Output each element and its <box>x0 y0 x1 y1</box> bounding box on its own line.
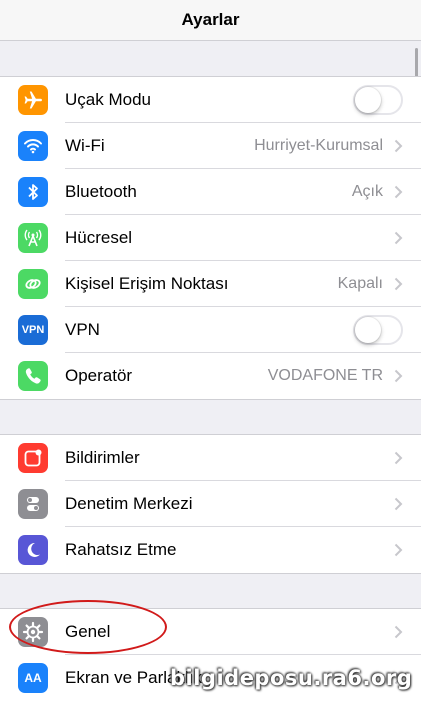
chevron-right-icon <box>394 139 403 153</box>
settings-row-airplane-mode[interactable]: Uçak Modu <box>0 77 421 123</box>
chevron-right-icon <box>394 185 403 199</box>
airplane-icon <box>18 85 48 115</box>
bluetooth-status-value: Açık <box>351 183 383 200</box>
settings-row-label: Hücresel <box>65 228 133 247</box>
settings-row-do-not-disturb[interactable]: Rahatsız Etme <box>0 527 421 573</box>
settings-row-label: Denetim Merkezi <box>65 494 193 513</box>
settings-row-bluetooth[interactable]: Bluetooth Açık <box>0 169 421 215</box>
hotspot-icon <box>18 269 48 299</box>
notifications-icon <box>18 443 48 473</box>
settings-row-label: Bluetooth <box>65 182 137 201</box>
settings-row-label: Genel <box>65 622 111 641</box>
notifications-settings-group: Bildirimler Denetim Merkezi Rahatsız Etm… <box>0 434 421 574</box>
chevron-right-icon <box>394 451 403 465</box>
settings-row-operator[interactable]: Operatör VODAFONE TR <box>0 353 421 399</box>
chevron-right-icon <box>394 277 403 291</box>
settings-row-label: Kişisel Erişim Noktası <box>65 274 229 293</box>
chevron-right-icon <box>394 625 403 639</box>
settings-row-vpn[interactable]: VPN VPN <box>0 307 421 353</box>
watermark-text: bilgideposu.ra6.org <box>170 666 413 690</box>
airplane-mode-toggle[interactable] <box>353 85 403 115</box>
scroll-indicator[interactable] <box>415 48 418 78</box>
phone-icon <box>18 361 48 391</box>
settings-row-personal-hotspot[interactable]: Kişisel Erişim Noktası Kapalı <box>0 261 421 307</box>
display-icon-text: AA <box>24 671 42 685</box>
vpn-toggle[interactable] <box>353 315 403 345</box>
control-center-icon <box>18 489 48 519</box>
settings-row-label: Uçak Modu <box>65 90 151 109</box>
vpn-icon: VPN <box>18 315 48 345</box>
bluetooth-icon <box>18 177 48 207</box>
chevron-right-icon <box>394 497 403 511</box>
chevron-right-icon <box>394 231 403 245</box>
wifi-icon <box>18 131 48 161</box>
settings-row-label: Operatör <box>65 366 133 385</box>
settings-row-control-center[interactable]: Denetim Merkezi <box>0 481 421 527</box>
hotspot-status-value: Kapalı <box>337 275 383 292</box>
settings-row-label: VPN <box>65 320 100 339</box>
chevron-right-icon <box>394 543 403 557</box>
settings-row-general[interactable]: Genel <box>0 609 421 655</box>
operator-value: VODAFONE TR <box>267 367 383 384</box>
settings-row-label: Rahatsız Etme <box>65 540 177 559</box>
gear-icon <box>18 617 48 647</box>
cellular-icon <box>18 223 48 253</box>
settings-row-label: Bildirimler <box>65 448 140 467</box>
moon-icon <box>18 535 48 565</box>
wifi-network-value: Hurriyet-Kurumsal <box>254 137 383 154</box>
navigation-bar: Ayarlar <box>0 0 421 41</box>
network-settings-group: Uçak Modu Wi-Fi Hurriyet-Kurumsal Blueto… <box>0 76 421 400</box>
settings-row-wifi[interactable]: Wi-Fi Hurriyet-Kurumsal <box>0 123 421 169</box>
settings-row-notifications[interactable]: Bildirimler <box>0 435 421 481</box>
settings-row-label: Wi-Fi <box>65 136 105 155</box>
settings-row-cellular[interactable]: Hücresel <box>0 215 421 261</box>
display-icon: AA <box>18 663 48 693</box>
vpn-icon-text: VPN <box>21 324 45 336</box>
page-title: Ayarlar <box>181 10 240 29</box>
chevron-right-icon <box>394 369 403 383</box>
